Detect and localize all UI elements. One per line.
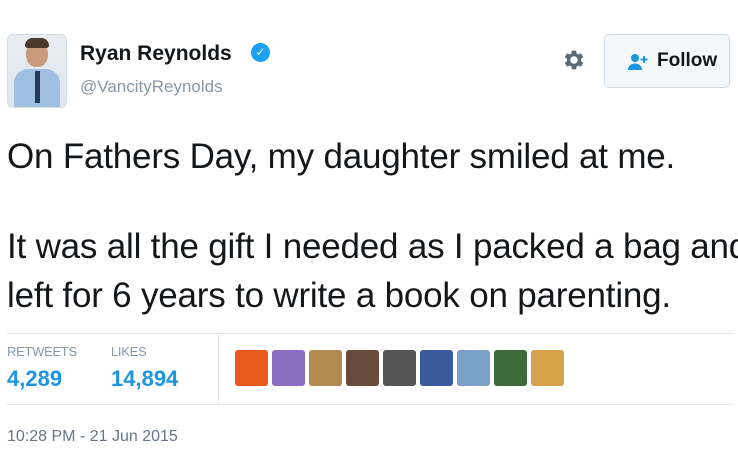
liker-avatar-4[interactable] bbox=[346, 350, 379, 386]
stats-top-divider bbox=[7, 333, 733, 334]
liker-avatar-5[interactable] bbox=[383, 350, 416, 386]
liker-avatar-7[interactable] bbox=[457, 350, 490, 386]
retweets-count[interactable]: 4,289 bbox=[7, 366, 62, 392]
follow-button-label: Follow bbox=[657, 50, 718, 71]
stats-bottom-divider bbox=[7, 404, 733, 405]
stats-separator bbox=[218, 335, 219, 403]
tweet-text-line: It was all the gift I needed as I packed… bbox=[7, 227, 738, 266]
add-user-icon bbox=[628, 54, 648, 70]
tweet-text-line: On Fathers Day, my daughter smiled at me… bbox=[7, 137, 676, 176]
verified-badge-icon: ✓ bbox=[251, 43, 270, 62]
display-name[interactable]: Ryan Reynolds bbox=[80, 42, 232, 66]
follow-button[interactable]: Follow bbox=[604, 34, 730, 88]
liker-avatar-8[interactable] bbox=[494, 350, 527, 386]
liker-avatar-2[interactable] bbox=[272, 350, 305, 386]
user-handle[interactable]: @VancityReynolds bbox=[80, 77, 223, 97]
profile-avatar[interactable] bbox=[7, 34, 67, 108]
liker-avatar-9[interactable] bbox=[531, 350, 564, 386]
retweets-label: RETWEETS bbox=[7, 344, 77, 359]
gear-icon[interactable] bbox=[561, 47, 587, 73]
liker-avatar-6[interactable] bbox=[420, 350, 453, 386]
tweet-text-line: left for 6 years to write a book on pare… bbox=[7, 276, 671, 315]
avatar-hair bbox=[25, 38, 49, 48]
likes-label: LIKES bbox=[111, 344, 147, 359]
avatar-tie bbox=[35, 71, 40, 103]
likes-count[interactable]: 14,894 bbox=[111, 366, 178, 392]
liker-avatar-3[interactable] bbox=[309, 350, 342, 386]
tweet-timestamp[interactable]: 10:28 PM - 21 Jun 2015 bbox=[7, 428, 178, 446]
liker-avatar-1[interactable] bbox=[235, 350, 268, 386]
